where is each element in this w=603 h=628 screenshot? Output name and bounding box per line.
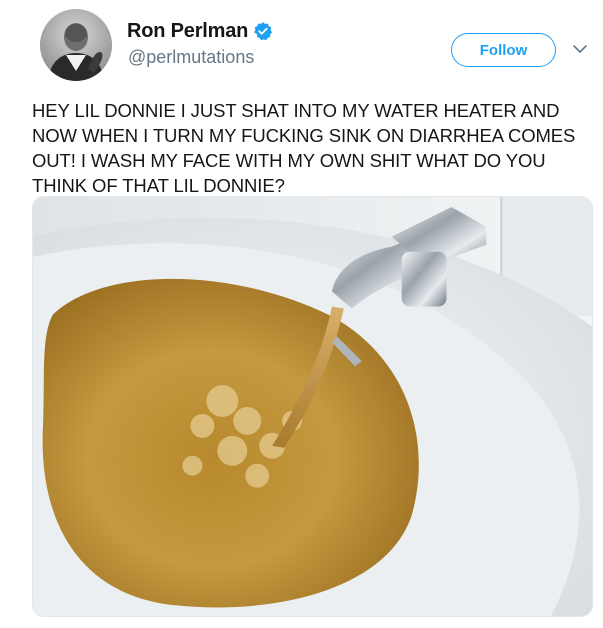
user-avatar-photo-icon <box>40 9 112 81</box>
tweet-card: Ron Perlman @perlmutations Follow HEY LI… <box>0 0 603 628</box>
tweet-media[interactable] <box>32 196 593 617</box>
display-name[interactable]: Ron Perlman <box>127 20 248 43</box>
brown-water-sink-photo-icon <box>33 197 592 616</box>
follow-button[interactable]: Follow <box>451 33 556 67</box>
verified-badge-icon <box>253 21 273 41</box>
name-row: Ron Perlman <box>127 18 273 44</box>
user-handle[interactable]: @perlmutations <box>128 47 254 68</box>
avatar[interactable] <box>40 9 112 81</box>
chevron-down-icon[interactable] <box>572 43 588 55</box>
tweet-text: HEY LIL DONNIE I JUST SHAT INTO MY WATER… <box>32 100 576 196</box>
